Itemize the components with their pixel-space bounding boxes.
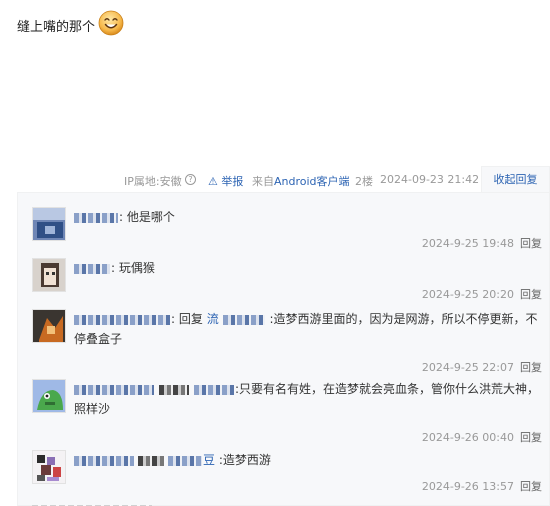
- avatar[interactable]: [32, 207, 66, 241]
- smiley-face-emoji-icon: [98, 10, 124, 36]
- reply-list: : 他是哪个 2024-9-25 19:48 回复 : 玩偶猴 2024-9-25…: [17, 192, 550, 506]
- post-time: 2024-09-23 21:42: [380, 173, 480, 186]
- reply-time: 2024-9-26 13:57: [421, 480, 514, 493]
- post-content: 缝上嘴的那个: [17, 8, 124, 42]
- reply-content: : 他是哪个: [119, 210, 175, 224]
- avatar[interactable]: [32, 450, 66, 484]
- reply-text: 豆 :造梦西游: [74, 450, 544, 470]
- reply-button[interactable]: 回复: [520, 237, 542, 250]
- reply-to-visible: 流: [206, 312, 219, 326]
- reply-time: 2024-9-25 19:48: [421, 237, 514, 250]
- avatar[interactable]: [32, 379, 66, 413]
- reply-time: 2024-9-25 22:07: [421, 361, 514, 374]
- reply-username[interactable]: [74, 210, 119, 224]
- reply-footer: 2024-9-26 00:40 回复: [422, 429, 542, 445]
- reply-footer: 2024-9-26 13:57 回复: [422, 478, 542, 494]
- reply-button[interactable]: 回复: [520, 361, 542, 374]
- reply-footer: 2024-9-25 22:07 回复: [422, 359, 542, 375]
- reply-item: 豆 :造梦西游 2024-9-26 13:57 回复: [32, 450, 542, 496]
- reply-item: :只要有名有姓，在造梦就会亮血条，管你什么洪荒大神，照样沙 2024-9-26 …: [32, 379, 542, 447]
- reply-button[interactable]: 回复: [520, 431, 542, 444]
- floor-number: 2楼: [355, 175, 373, 188]
- avatar[interactable]: [32, 309, 66, 343]
- username-tail: 豆: [203, 453, 216, 467]
- post-text: 缝上嘴的那个: [17, 19, 96, 35]
- post-source: 来自Android客户端: [252, 173, 350, 189]
- collapse-replies-button[interactable]: 收起回复: [481, 166, 550, 192]
- reply-to-username[interactable]: 流: [207, 312, 266, 326]
- reply-button[interactable]: 回复: [520, 288, 542, 301]
- reply-username[interactable]: [74, 382, 235, 396]
- reply-text: : 他是哪个: [74, 207, 544, 227]
- reply-time: 2024-9-25 20:20: [421, 288, 514, 301]
- question-circle-icon[interactable]: ?: [185, 174, 196, 185]
- reply-text: :只要有名有姓，在造梦就会亮血条，管你什么洪荒大神，照样沙: [74, 379, 544, 419]
- reply-button[interactable]: 回复: [520, 480, 542, 493]
- reply-text: : 回复 流 :造梦西游里面的，因为是网游，所以不停更新，不停叠盒子: [74, 309, 544, 349]
- reply-text: : 玩偶猴: [74, 258, 544, 278]
- reply-footer: 2024-9-25 20:20 回复: [422, 286, 542, 302]
- avatar[interactable]: [32, 258, 66, 292]
- reply-content: :造梦西游: [215, 453, 271, 467]
- reply-prefix: : 回复: [171, 312, 207, 326]
- reply-footer: 2024-9-25 19:48 回复: [422, 235, 542, 251]
- source-prefix: 来自: [252, 175, 274, 188]
- source-client-link[interactable]: Android客户端: [274, 175, 350, 188]
- reply-content: : 玩偶猴: [111, 261, 155, 275]
- reply-item: : 他是哪个 2024-9-25 19:48 回复: [32, 207, 542, 253]
- reply-time: 2024-9-26 00:40: [421, 431, 514, 444]
- reply-username[interactable]: [74, 261, 111, 275]
- ip-location: IP属地:安徽: [124, 175, 182, 188]
- report-link[interactable]: ⚠ 举报: [208, 173, 243, 189]
- reply-username[interactable]: 豆: [74, 453, 215, 467]
- post-meta-bar: IP属地:安徽 ? ⚠ 举报 来自Android客户端 2楼 2024-09-2…: [0, 170, 550, 190]
- reply-item: : 玩偶猴 2024-9-25 20:20 回复: [32, 258, 542, 304]
- reply-item: : 回复 流 :造梦西游里面的，因为是网游，所以不停更新，不停叠盒子 2024-…: [32, 309, 542, 377]
- reply-username[interactable]: [74, 312, 171, 326]
